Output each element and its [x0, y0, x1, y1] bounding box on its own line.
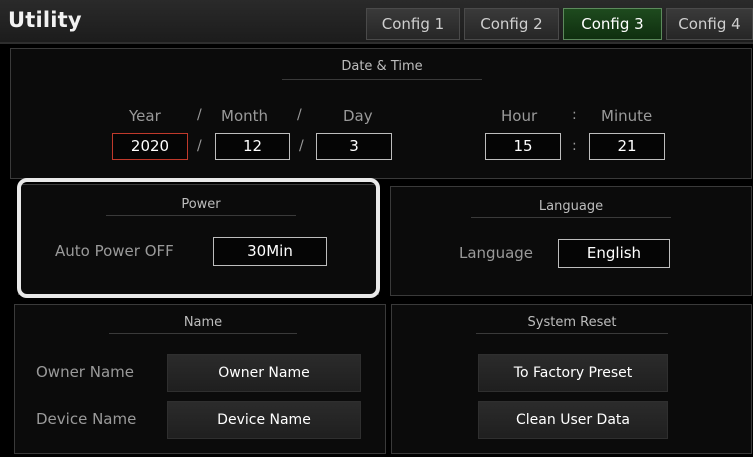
tab-config-1[interactable]: Config 1 — [366, 8, 460, 40]
field-separator-1: / — [197, 138, 202, 154]
tab-config-3[interactable]: Config 3 — [563, 8, 662, 40]
date-time-panel: Date & Time Year / Month / Day Hour : Mi… — [10, 48, 752, 179]
day-label: Day — [343, 107, 373, 125]
header-bar: Utility Config 1 Config 2 Config 3 Confi… — [0, 0, 753, 44]
name-title-underline — [109, 333, 297, 334]
name-title: Name — [183, 315, 223, 330]
label-separator-1: / — [197, 107, 202, 123]
date-time-title: Date & Time — [341, 59, 423, 74]
clean-user-data-button[interactable]: Clean User Data — [478, 401, 668, 439]
device-name-button[interactable]: Device Name — [167, 401, 361, 439]
name-panel: Name Owner Name Owner Name Device Name D… — [14, 304, 386, 454]
language-field[interactable]: English — [558, 239, 670, 268]
system-reset-title: System Reset — [527, 315, 617, 330]
minute-label: Minute — [601, 107, 653, 125]
language-label: Language — [459, 244, 534, 262]
utility-screen: Utility Config 1 Config 2 Config 3 Confi… — [0, 0, 753, 457]
tab-config-2[interactable]: Config 2 — [464, 8, 559, 40]
app-title: Utility — [8, 8, 82, 32]
year-label: Year — [129, 107, 161, 125]
factory-preset-button[interactable]: To Factory Preset — [478, 354, 668, 392]
field-separator-2: / — [299, 138, 304, 154]
system-reset-title-underline — [476, 333, 668, 334]
hour-field[interactable]: 15 — [485, 133, 561, 160]
language-panel: Language Language English — [390, 186, 752, 296]
hour-label: Hour — [501, 107, 538, 125]
device-name-label: Device Name — [36, 410, 137, 428]
date-time-title-underline — [282, 79, 482, 80]
label-separator-2: / — [297, 107, 302, 123]
language-title: Language — [538, 199, 604, 214]
field-time-separator: : — [572, 138, 577, 154]
owner-name-label: Owner Name — [36, 363, 134, 381]
year-field[interactable]: 2020 — [112, 133, 188, 160]
month-label: Month — [221, 107, 269, 125]
label-time-separator: : — [572, 107, 577, 123]
power-focus-ring — [17, 178, 380, 298]
month-field[interactable]: 12 — [215, 133, 290, 160]
tab-config-4[interactable]: Config 4 — [666, 8, 753, 40]
day-field[interactable]: 3 — [316, 133, 392, 160]
system-reset-panel: System Reset To Factory Preset Clean Use… — [391, 304, 752, 454]
language-title-underline — [471, 217, 671, 218]
owner-name-button[interactable]: Owner Name — [167, 354, 361, 392]
minute-field[interactable]: 21 — [589, 133, 665, 160]
